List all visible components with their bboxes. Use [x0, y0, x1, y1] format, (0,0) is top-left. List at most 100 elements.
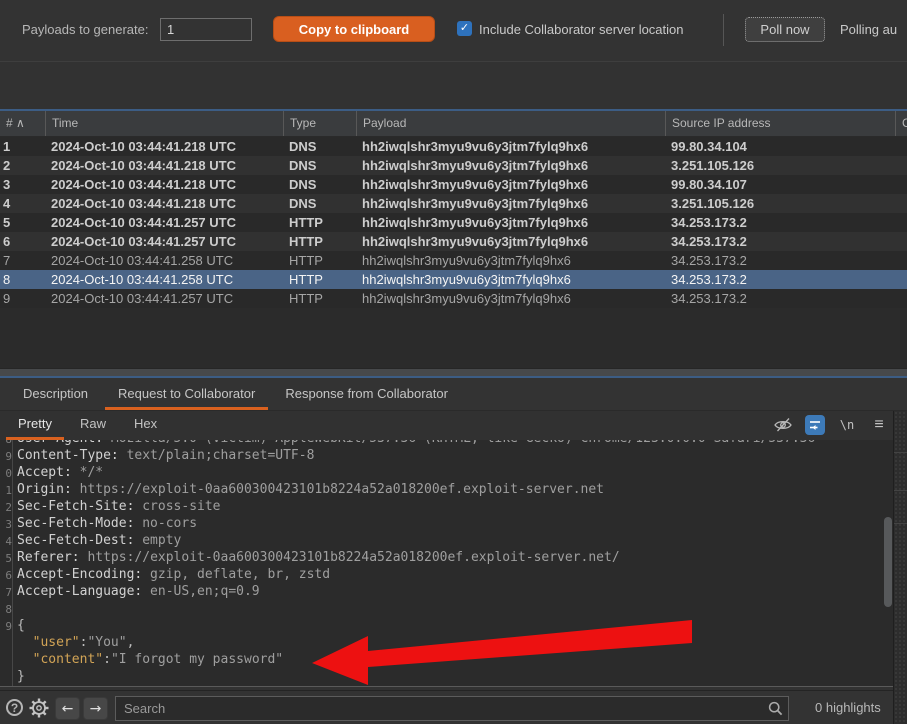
- eye-slash-icon[interactable]: [773, 415, 793, 435]
- poll-now-button[interactable]: Poll now: [745, 17, 825, 42]
- cell-num: 7: [0, 251, 45, 270]
- editor-scrollbar-thumb[interactable]: [884, 517, 892, 607]
- cell-ip: 34.253.173.2: [665, 289, 895, 308]
- editor-menu-icon[interactable]: ≡: [869, 415, 889, 435]
- line-number: [0, 669, 13, 686]
- table-row[interactable]: 12024-Oct-10 03:44:41.218 UTCDNShh2iwqls…: [0, 137, 907, 156]
- sort-ascending-icon: ∧: [16, 116, 25, 130]
- editor-line: 4Sec-Fetch-Dest: empty: [0, 533, 893, 550]
- column-header-time[interactable]: Time: [45, 111, 283, 136]
- newline-toggle-icon[interactable]: \n: [837, 415, 857, 435]
- cell-time: 2024-Oct-10 03:44:41.218 UTC: [45, 156, 283, 175]
- editor-line: 6Accept-Encoding: gzip, deflate, br, zst…: [0, 567, 893, 584]
- cell-payload: hh2iwqlshr3myu9vu6y3jtm7fylq9hx6: [356, 156, 665, 175]
- subtab-pretty[interactable]: Pretty: [4, 411, 66, 440]
- cell-type: DNS: [283, 194, 356, 213]
- copy-to-clipboard-button[interactable]: Copy to clipboard: [273, 16, 435, 42]
- editor-icon-bar: \n ≡: [773, 414, 889, 436]
- editor-line: }: [0, 669, 893, 686]
- table-row[interactable]: 32024-Oct-10 03:44:41.218 UTCDNShh2iwqls…: [0, 175, 907, 194]
- editor-line: 8: [0, 601, 893, 618]
- cell-time: 2024-Oct-10 03:44:41.218 UTC: [45, 194, 283, 213]
- line-number: [0, 635, 13, 652]
- strip-segment: [894, 452, 907, 453]
- subtab-raw[interactable]: Raw: [66, 411, 120, 440]
- cell-payload: hh2iwqlshr3myu9vu6y3jtm7fylq9hx6: [356, 251, 665, 270]
- cell-type: HTTP: [283, 213, 356, 232]
- cell-comment: [895, 270, 907, 289]
- collab-table-body: 12024-Oct-10 03:44:41.218 UTCDNShh2iwqls…: [0, 137, 907, 368]
- column-header-number[interactable]: # ∧: [0, 111, 45, 136]
- line-number: 8: [0, 440, 13, 448]
- cell-time: 2024-Oct-10 03:44:41.218 UTC: [45, 137, 283, 156]
- include-location-checkbox[interactable]: ✓: [457, 21, 472, 36]
- cell-num: 5: [0, 213, 45, 232]
- cell-comment: [895, 213, 907, 232]
- table-row[interactable]: 22024-Oct-10 03:44:41.218 UTCDNShh2iwqls…: [0, 156, 907, 175]
- cell-time: 2024-Oct-10 03:44:41.257 UTC: [45, 213, 283, 232]
- table-row[interactable]: 52024-Oct-10 03:44:41.257 UTCHTTPhh2iwql…: [0, 213, 907, 232]
- cell-type: DNS: [283, 156, 356, 175]
- cell-payload: hh2iwqlshr3myu9vu6y3jtm7fylq9hx6: [356, 175, 665, 194]
- help-icon[interactable]: ?: [6, 699, 23, 716]
- cell-type: HTTP: [283, 232, 356, 251]
- table-row[interactable]: 92024-Oct-10 03:44:41.257 UTCHTTPhh2iwql…: [0, 289, 907, 308]
- cell-type: DNS: [283, 137, 356, 156]
- gear-icon[interactable]: [28, 697, 50, 719]
- cell-time: 2024-Oct-10 03:44:41.257 UTC: [45, 289, 283, 308]
- tab-description[interactable]: Description: [8, 378, 103, 410]
- cell-ip: 34.253.173.2: [665, 232, 895, 251]
- table-row[interactable]: 42024-Oct-10 03:44:41.218 UTCDNShh2iwqls…: [0, 194, 907, 213]
- line-number: 2: [0, 499, 13, 516]
- next-match-button[interactable]: →: [83, 697, 108, 720]
- polling-automatically-label: Polling au: [840, 22, 897, 37]
- column-header-type[interactable]: Type: [283, 111, 356, 136]
- search-input[interactable]: [116, 697, 764, 720]
- cell-num: 4: [0, 194, 45, 213]
- line-number: 0: [0, 465, 13, 482]
- column-header-source-ip[interactable]: Source IP address: [665, 111, 895, 136]
- table-row[interactable]: 82024-Oct-10 03:44:41.258 UTCHTTPhh2iwql…: [0, 270, 907, 289]
- tab-response-from-collaborator[interactable]: Response from Collaborator: [270, 378, 463, 410]
- cell-ip: 99.80.34.104: [665, 137, 895, 156]
- editor-line: 1Origin: https://exploit-0aa600300423101…: [0, 482, 893, 499]
- editor-line: 5Referer: https://exploit-0aa60030042310…: [0, 550, 893, 567]
- table-row[interactable]: 72024-Oct-10 03:44:41.258 UTCHTTPhh2iwql…: [0, 251, 907, 270]
- subtab-hex[interactable]: Hex: [120, 411, 171, 440]
- cell-time: 2024-Oct-10 03:44:41.258 UTC: [45, 251, 283, 270]
- request-editor[interactable]: 8User-Agent: Mozilla/5.0 (Victim) AppleW…: [0, 440, 893, 686]
- table-header-row: # ∧ Time Type Payload Source IP address …: [0, 111, 907, 137]
- cell-time: 2024-Oct-10 03:44:41.218 UTC: [45, 175, 283, 194]
- word-wrap-icon[interactable]: [805, 415, 825, 435]
- cell-num: 3: [0, 175, 45, 194]
- cell-type: DNS: [283, 175, 356, 194]
- payloads-count-input[interactable]: [160, 18, 252, 41]
- line-number: 6: [0, 567, 13, 584]
- include-location-label: Include Collaborator server location: [479, 22, 684, 37]
- message-editor-chrome: PrettyRawHex \n ≡: [0, 411, 907, 440]
- strip-segment: [894, 490, 907, 491]
- line-number: 8: [0, 601, 13, 618]
- editor-line: 9{: [0, 618, 893, 635]
- column-header-payload[interactable]: Payload: [356, 111, 665, 136]
- cell-type: HTTP: [283, 289, 356, 308]
- editor-annotation-strip[interactable]: [893, 411, 907, 724]
- table-row[interactable]: 62024-Oct-10 03:44:41.257 UTCHTTPhh2iwql…: [0, 232, 907, 251]
- horizontal-splitter[interactable]: [0, 368, 907, 376]
- payloads-to-generate-label: Payloads to generate:: [22, 22, 148, 37]
- editor-bottom-border: [0, 686, 893, 687]
- tab-request-to-collaborator[interactable]: Request to Collaborator: [103, 378, 270, 410]
- previous-match-button[interactable]: ←: [55, 697, 80, 720]
- editor-line: "user":"You",: [0, 635, 893, 652]
- search-icon[interactable]: [768, 701, 783, 721]
- line-number: 1: [0, 482, 13, 499]
- strip-segment: [894, 523, 907, 524]
- cell-ip: 99.80.34.107: [665, 175, 895, 194]
- column-header-comment[interactable]: C: [895, 111, 907, 136]
- cell-type: HTTP: [283, 270, 356, 289]
- cell-comment: [895, 156, 907, 175]
- line-number: 7: [0, 584, 13, 601]
- editor-line: 0Accept: */*: [0, 465, 893, 482]
- cell-payload: hh2iwqlshr3myu9vu6y3jtm7fylq9hx6: [356, 232, 665, 251]
- burp-collaborator-window: Payloads to generate: Copy to clipboard …: [0, 0, 907, 724]
